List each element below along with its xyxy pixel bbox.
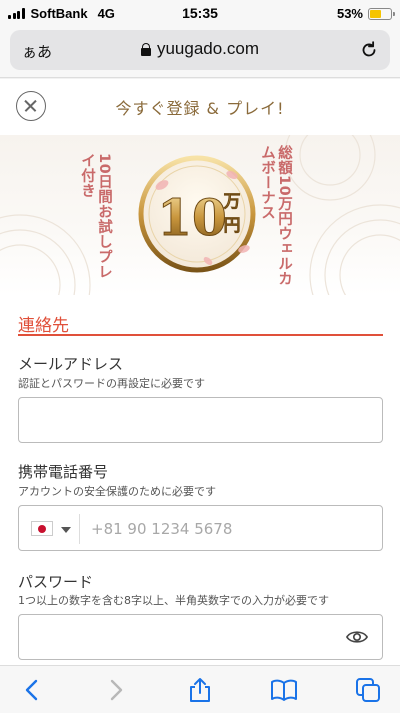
reload-icon[interactable] (358, 39, 380, 61)
modal-header: 今すぐ登録 & プレイ! (0, 79, 400, 135)
bonus-text: 総額10万円ウェルカムボーナス (259, 145, 292, 287)
password-hint: 1つ以上の数字を含む8字以上、半角英数字での入力が必要です (18, 594, 329, 607)
modal-title: 今すぐ登録 & プレイ! (115, 99, 285, 118)
tabs-icon[interactable] (354, 676, 382, 704)
status-bar: SoftBank 4G 15:35 53% (0, 0, 400, 26)
welcome-banner: 総額10万円ウェルカムボーナス 10 万 円 10日間お試しプレイ付き (0, 135, 400, 295)
email-label: メールアドレス (18, 355, 124, 373)
medal-unit-2: 円 (224, 216, 241, 236)
phone-field (18, 505, 383, 551)
phone-input[interactable] (91, 518, 361, 540)
page-content: 今すぐ登録 & プレイ! 総額10万円ウェルカムボーナス 10 万 円 10日間… (0, 79, 400, 665)
share-icon[interactable] (186, 676, 214, 704)
phone-hint: アカウントの安全保護のために必要です (18, 485, 216, 498)
section-title-contact: 連絡先 (18, 316, 69, 336)
battery-group: 53% (336, 6, 395, 21)
eye-icon[interactable] (346, 628, 368, 646)
forward-icon[interactable] (102, 676, 130, 704)
email-hint: 認証とパスワードの再設定に必要です (18, 377, 205, 390)
url-text: yuugado.com (156, 39, 260, 58)
lock-icon (140, 43, 151, 56)
email-field[interactable] (18, 397, 383, 443)
bookmarks-icon[interactable] (270, 676, 298, 704)
section-divider (18, 334, 383, 336)
browser-chrome: ぁあ yuugado.com (0, 26, 400, 78)
battery-icon (368, 7, 395, 20)
password-label: パスワード (18, 573, 94, 591)
trial-text: 10日間お試しプレイ付き (79, 153, 112, 280)
country-dropdown-icon[interactable] (61, 527, 71, 533)
phone-divider (79, 514, 80, 544)
password-field[interactable] (18, 614, 383, 660)
medal-number: 10 (157, 188, 227, 247)
browser-toolbar (0, 665, 400, 713)
address-bar[interactable]: ぁあ yuugado.com (10, 30, 390, 70)
back-icon[interactable] (18, 676, 46, 704)
medal-unit: 万 (223, 192, 241, 212)
japan-flag-icon[interactable] (31, 521, 53, 536)
battery-percent: 53% (336, 6, 363, 21)
url-display[interactable]: yuugado.com (10, 39, 390, 59)
battery-level (370, 9, 381, 18)
phone-label: 携帯電話番号 (18, 463, 109, 481)
bonus-medal-icon: 10 万 円 (138, 155, 256, 273)
